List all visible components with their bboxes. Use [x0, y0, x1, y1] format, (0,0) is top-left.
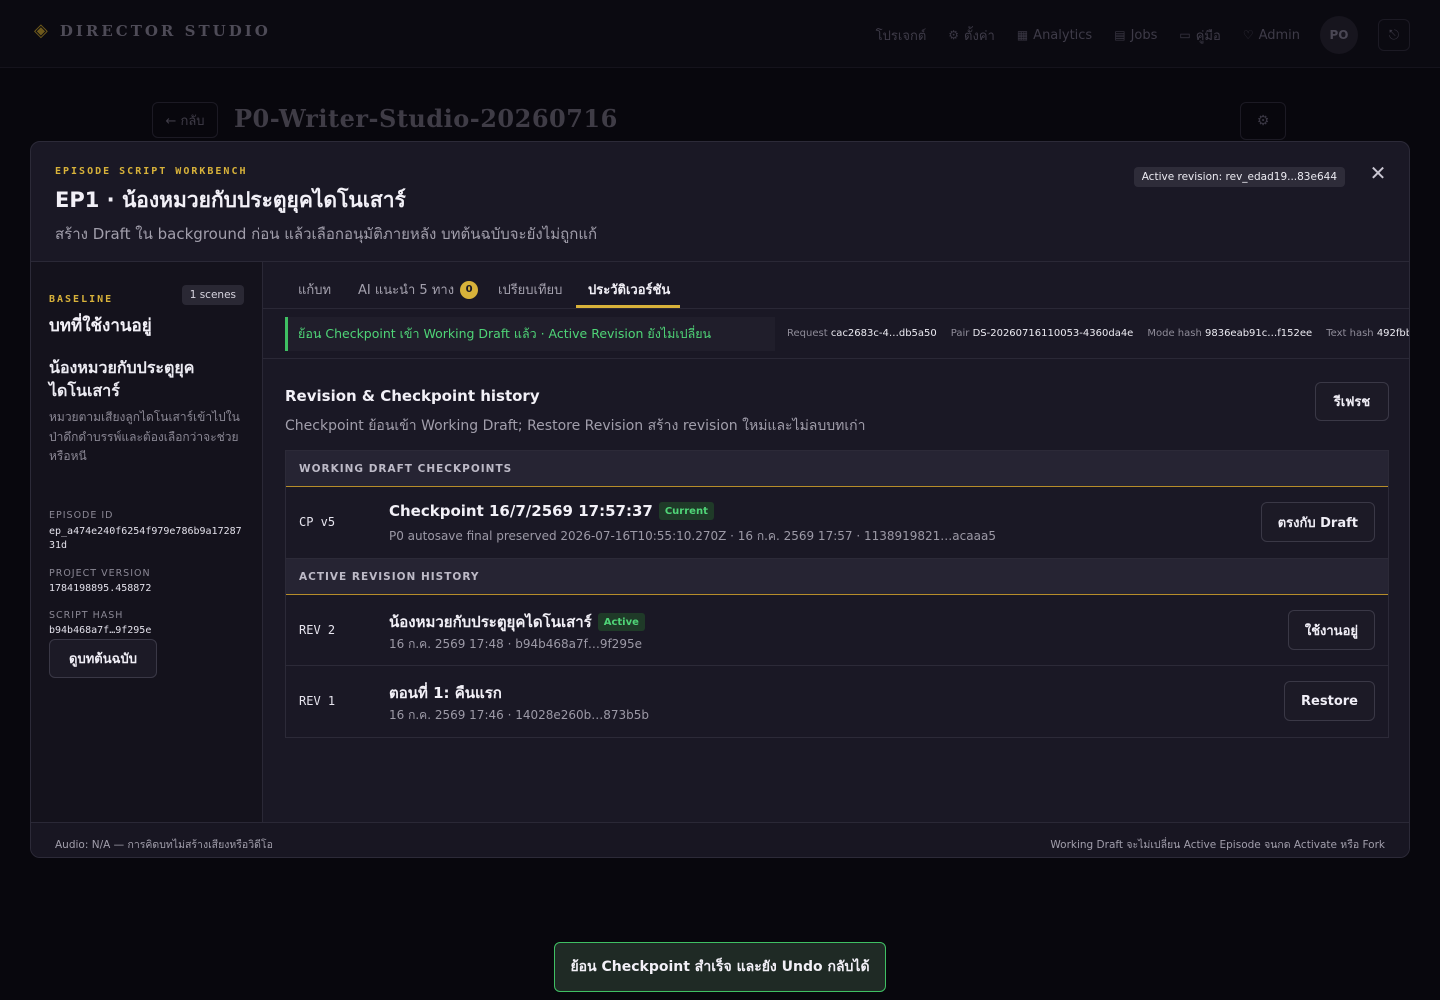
- tab-label: แก้บท: [298, 283, 332, 298]
- chart-icon: ▦: [1016, 28, 1029, 42]
- checkpoint-id: CP v5: [299, 515, 336, 529]
- gear-icon: ⚙: [948, 28, 960, 42]
- brand-name: DIRECTOR STUDIO: [59, 22, 271, 40]
- episode-title: น้องหมวยกับประตูยุคไดโนเสาร์: [49, 358, 195, 400]
- nav-item-label: ตั้งค่า: [964, 28, 995, 44]
- tab-bar: แก้บท AI แนะนำ 5 ทาง 0 เปรียบเทียบ ประวั…: [263, 262, 1409, 309]
- revision-id: REV 1: [299, 694, 336, 708]
- nav-item-manual[interactable]: ▭ คู่มือ: [1179, 25, 1220, 46]
- checkpoints-table: WORKING DRAFT CHECKPOINTS CP v5 Checkpoi…: [285, 450, 1389, 559]
- nav-item-label: โปรเจกต์: [875, 28, 927, 44]
- project-version-value: 1784198895.458872: [49, 583, 152, 594]
- tab-version-history[interactable]: ประวัติเวอร์ชัน: [588, 279, 670, 300]
- restore-button[interactable]: Restore: [1284, 681, 1375, 721]
- close-button[interactable]: ✕: [1367, 162, 1389, 184]
- mode-hash: Mode hash 9836eab91c…f152ee: [1147, 328, 1313, 339]
- tab-compare[interactable]: เปรียบเทียบ: [498, 279, 562, 300]
- nav-items: โปรเจกต์ ⚙ ตั้งค่า ▦ Analytics ▤ Jobs ▭ …: [854, 16, 1410, 54]
- nav-item-label: Analytics: [1033, 27, 1093, 43]
- status-strip: ย้อน Checkpoint เข้า Working Draft แล้ว …: [263, 309, 1409, 359]
- nav-item-label: Jobs: [1130, 27, 1158, 43]
- episode-id-label: EPISODE ID: [49, 510, 114, 521]
- revision-title: น้องหมวยกับประตูยุคไดโนเสาร์ Active: [389, 610, 645, 634]
- workbench-content: แก้บท AI แนะนำ 5 ทาง 0 เปรียบเทียบ ประวั…: [263, 262, 1409, 822]
- tab-edit[interactable]: แก้บท: [298, 279, 331, 300]
- table-row: REV 2 น้องหมวยกับประตูยุคไดโนเสาร์ Activ…: [286, 595, 1388, 666]
- modal-title: EP1 · น้องหมวยกับประตูยุคไดโนเสาร์: [55, 188, 406, 212]
- revision-id: REV 2: [299, 623, 336, 637]
- nav-item-label: คู่มือ: [1195, 28, 1221, 44]
- modal-header: EPISODE SCRIPT WORKBENCH EP1 · น้องหมวยก…: [31, 142, 1409, 262]
- checkpoint-title: Checkpoint 16/7/2569 17:57:37 Current: [389, 502, 714, 520]
- revisions-header: ACTIVE REVISION HISTORY: [286, 559, 1388, 595]
- active-badge: Active: [597, 613, 645, 631]
- tab-label: AI แนะนำ 5 ทาง: [358, 283, 455, 298]
- top-nav: ◈ DIRECTOR STUDIO โปรเจกต์ ⚙ ตั้งค่า ▦ A…: [0, 0, 1440, 68]
- active-revision-badge: Active revision: rev_edad19...83e644: [1133, 167, 1345, 187]
- status-message: ย้อน Checkpoint เข้า Working Draft แล้ว …: [285, 317, 775, 351]
- scenes-count-badge: 1 scenes: [181, 285, 244, 305]
- nav-item-jobs[interactable]: ▤ Jobs: [1114, 28, 1157, 43]
- close-icon: ✕: [1369, 161, 1387, 185]
- suggestion-count-badge: 0: [460, 280, 479, 299]
- pair-hash: Pair DS-20260716110053-4360da4e: [950, 328, 1134, 339]
- diamond-logo-icon: ◈: [34, 20, 48, 41]
- baseline-heading: บทที่ใช้งานอยู่: [49, 316, 152, 336]
- history-title: Revision & Checkpoint history: [285, 387, 540, 405]
- current-badge: Current: [658, 502, 714, 520]
- shield-icon: ♡: [1242, 28, 1254, 42]
- nav-item-admin[interactable]: ♡ Admin: [1243, 28, 1300, 43]
- gear-icon: ⚙: [1256, 113, 1270, 129]
- revision-meta: 16 ก.ค. 2569 17:46 · 14028e260b…873b5b: [389, 708, 650, 722]
- checkpoints-header: WORKING DRAFT CHECKPOINTS: [286, 451, 1388, 487]
- clipboard-icon: ▤: [1114, 28, 1126, 42]
- refresh-button[interactable]: รีเฟรช: [1315, 382, 1389, 421]
- avatar[interactable]: PO: [1320, 16, 1358, 54]
- text-hash: Text hash 492fbbe77b…ff85c1: [1326, 328, 1409, 339]
- script-hash-value: b94b468a7f…9f295e: [49, 625, 152, 636]
- active-tab-indicator: [576, 305, 680, 308]
- nav-item-analytics[interactable]: ▦ Analytics: [1017, 28, 1092, 43]
- back-button[interactable]: ← กลับ: [152, 102, 218, 138]
- revision-meta: 16 ก.ค. 2569 17:48 · b94b468a7f…9f295e: [389, 637, 642, 651]
- matches-draft-button[interactable]: ตรงกับ Draft: [1260, 502, 1375, 542]
- request-hash: Request cac2683c-4…db5a50: [787, 328, 937, 339]
- baseline-panel: BASELINE 1 scenes บทที่ใช้งานอยู่ น้องหม…: [31, 262, 263, 822]
- revision-title: ตอนที่ 1: คืนแรก: [389, 684, 502, 702]
- modal-eyebrow: EPISODE SCRIPT WORKBENCH: [55, 166, 248, 177]
- script-hash-label: SCRIPT HASH: [49, 610, 124, 621]
- checkpoint-meta: P0 autosave final preserved 2026-07-16T1…: [389, 529, 996, 543]
- nav-item-projects[interactable]: โปรเจกต์: [876, 25, 927, 46]
- page-title: P0-Writer-Studio-20260716: [234, 104, 618, 133]
- page-settings-button[interactable]: ⚙: [1240, 102, 1286, 140]
- episode-description: หมวยตามเสียงลูกไดโนเสาร์เข้าไปในป่าดึกดำ…: [49, 410, 240, 463]
- script-workbench-modal: EPISODE SCRIPT WORKBENCH EP1 · น้องหมวยก…: [30, 141, 1410, 858]
- tab-label: ประวัติเวอร์ชัน: [588, 283, 671, 298]
- project-version-label: PROJECT VERSION: [49, 568, 151, 579]
- in-use-button[interactable]: ใช้งานอยู่: [1287, 610, 1375, 650]
- book-icon: ▭: [1179, 28, 1191, 42]
- view-original-button[interactable]: ดูบทต้นฉบับ: [49, 639, 157, 678]
- tab-label: เปรียบเทียบ: [498, 283, 563, 298]
- request-hashes: Request cac2683c-4…db5a50 Pair DS-202607…: [787, 328, 1409, 339]
- revisions-table: ACTIVE REVISION HISTORY REV 2 น้องหมวยกั…: [285, 558, 1389, 738]
- modal-subtitle: สร้าง Draft ใน background ก่อน แล้วเลือก…: [55, 225, 598, 243]
- table-row: REV 1 ตอนที่ 1: คืนแรก 16 ก.ค. 2569 17:4…: [286, 666, 1388, 737]
- logout-button[interactable]: ⎋: [1378, 19, 1410, 51]
- episode-id-value: ep_a474e240f6254f979e786b9a1728731d: [49, 526, 242, 551]
- audio-note: Audio: N/A — การคิดบทไม่สร้างเสียงหรือวิ…: [55, 839, 273, 851]
- nav-item-settings[interactable]: ⚙ ตั้งค่า: [948, 25, 995, 46]
- nav-item-label: Admin: [1258, 27, 1300, 43]
- success-toast: ย้อน Checkpoint สำเร็จ และยัง Undo กลับไ…: [554, 942, 886, 992]
- history-subtitle: Checkpoint ย้อนเข้า Working Draft; Resto…: [285, 418, 866, 434]
- modal-footer: Audio: N/A — การคิดบทไม่สร้างเสียงหรือวิ…: [31, 822, 1409, 857]
- baseline-eyebrow: BASELINE: [49, 294, 114, 305]
- draft-note: Working Draft จะไม่เปลี่ยน Active Episod…: [1050, 839, 1385, 851]
- brand[interactable]: ◈ DIRECTOR STUDIO: [34, 20, 271, 41]
- tab-ai-suggestions[interactable]: AI แนะนำ 5 ทาง 0: [358, 279, 479, 300]
- table-row: CP v5 Checkpoint 16/7/2569 17:57:37 Curr…: [286, 487, 1388, 558]
- logout-icon: ⎋: [1388, 27, 1400, 43]
